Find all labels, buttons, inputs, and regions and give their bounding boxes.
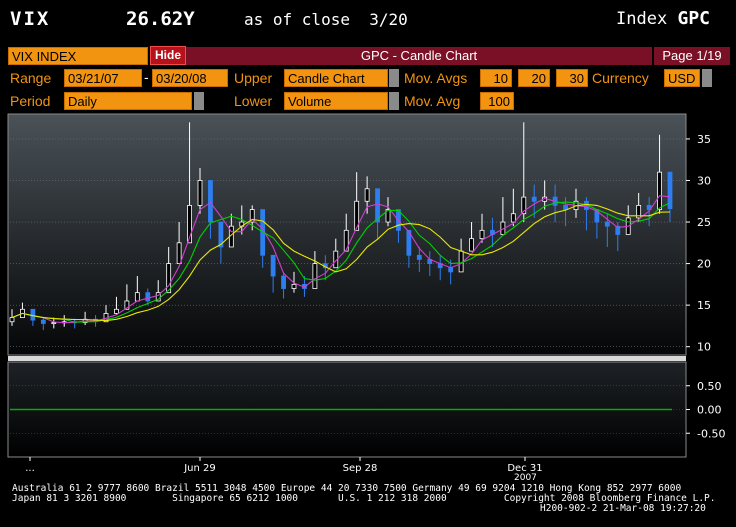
index-word: Index: [616, 9, 668, 29]
candle-body: [604, 221, 610, 227]
candle-body: [145, 292, 151, 302]
candle-body: [416, 254, 422, 260]
candle-body: [657, 171, 662, 210]
candle-body: [469, 238, 474, 252]
candle-body: [281, 275, 286, 289]
candle-body: [176, 242, 182, 264]
hide-button[interactable]: Hide: [150, 46, 186, 65]
currency-dropdown-handle[interactable]: [702, 69, 712, 87]
x-tick-label: Jun 29: [183, 463, 216, 474]
candle-body: [51, 322, 57, 324]
price: 26.62Y: [126, 8, 195, 30]
period-label: Period: [10, 93, 51, 109]
y-tick-label: 25: [697, 216, 711, 229]
lower-dropdown-handle[interactable]: [389, 92, 399, 110]
movavg-10-field[interactable]: 10: [480, 69, 512, 87]
lower-field[interactable]: Volume: [284, 92, 388, 110]
lower-tick-label: 0.00: [697, 404, 722, 417]
currency-field[interactable]: USD: [664, 69, 700, 87]
x-tick-label: Sep 28: [343, 463, 378, 474]
lower-label: Lower: [234, 93, 273, 109]
candle-body: [134, 292, 140, 302]
movavg-30-field[interactable]: 30: [556, 69, 588, 87]
candle-body: [197, 180, 203, 206]
period-dropdown-handle[interactable]: [194, 92, 204, 110]
index-code: GPC: [677, 8, 710, 29]
as-of-date: 3/20: [369, 10, 408, 29]
x-axis: ... Jun 29 Sep 28 Dec 31: [25, 457, 543, 474]
candle-body: [40, 319, 46, 324]
lower-tick-label: 0.50: [697, 380, 722, 393]
lower-tick-label: -0.50: [697, 427, 725, 440]
lower-axis: 0.50 0.00 -0.50: [686, 380, 725, 440]
candle-body: [114, 308, 119, 314]
index-label: Index GPC: [616, 8, 710, 29]
range-end-field[interactable]: 03/20/08: [152, 69, 228, 87]
candle-body: [9, 317, 15, 323]
candle-body: [343, 229, 349, 252]
candle-body: [208, 180, 213, 223]
range-start-field[interactable]: 03/21/07: [64, 69, 142, 87]
y-tick-label: 10: [697, 341, 711, 354]
upper-axis: 10 15 20 25 30 35: [686, 133, 711, 354]
candle-body: [531, 196, 537, 202]
as-of-label: as of close: [244, 10, 350, 29]
movavg-label: Mov. Avg: [404, 93, 461, 109]
chart-title: GPC - Candle Chart: [360, 48, 478, 63]
candle-body: [448, 267, 454, 273]
movavg-20-field[interactable]: 20: [518, 69, 550, 87]
candle-body: [30, 308, 36, 321]
candle-body: [458, 250, 464, 273]
candle-body: [510, 213, 516, 223]
page-indicator[interactable]: Page 1/19: [654, 47, 730, 65]
header: VIX 26.62Y as of close 3/20 Index GPC: [0, 0, 736, 44]
panel-divider[interactable]: [8, 356, 686, 361]
candle-body: [312, 263, 318, 289]
candle-body: [364, 188, 370, 202]
range-label: Range: [10, 70, 52, 86]
y-tick-label: 35: [697, 133, 711, 146]
y-tick-label: 30: [697, 174, 711, 187]
upper-label: Upper: [234, 70, 273, 86]
as-of: as of close 3/20: [244, 10, 408, 29]
ticker: VIX: [10, 8, 51, 30]
y-tick-label: 15: [697, 299, 711, 312]
candle-body: [563, 205, 568, 210]
movavg-100-field[interactable]: 100: [480, 92, 514, 110]
candle-body: [479, 229, 485, 240]
range-separator: -: [144, 69, 149, 85]
security-field[interactable]: VIX INDEX: [8, 47, 148, 65]
upper-dropdown-handle[interactable]: [389, 69, 399, 87]
upper-field[interactable]: Candle Chart: [284, 69, 388, 87]
movavgs-label: Mov. Avgs: [404, 70, 468, 86]
footer-line-3: H200-902-2 21-Mar-08 19:27:20: [540, 503, 706, 514]
y-tick-label: 20: [697, 258, 711, 271]
candle-body: [270, 254, 276, 277]
chart-title-bar: GPC - Candle Chart: [186, 47, 652, 65]
year-label: 2007: [514, 473, 537, 483]
currency-label: Currency: [592, 70, 649, 86]
period-field[interactable]: Daily: [64, 92, 192, 110]
x-tick-label: ...: [25, 463, 35, 474]
candle-chart[interactable]: 10 15 20 25 30 35 0.50 0.00 -0.50 ... Jun 29 Sep …: [0, 112, 736, 484]
candle-body: [291, 283, 297, 289]
